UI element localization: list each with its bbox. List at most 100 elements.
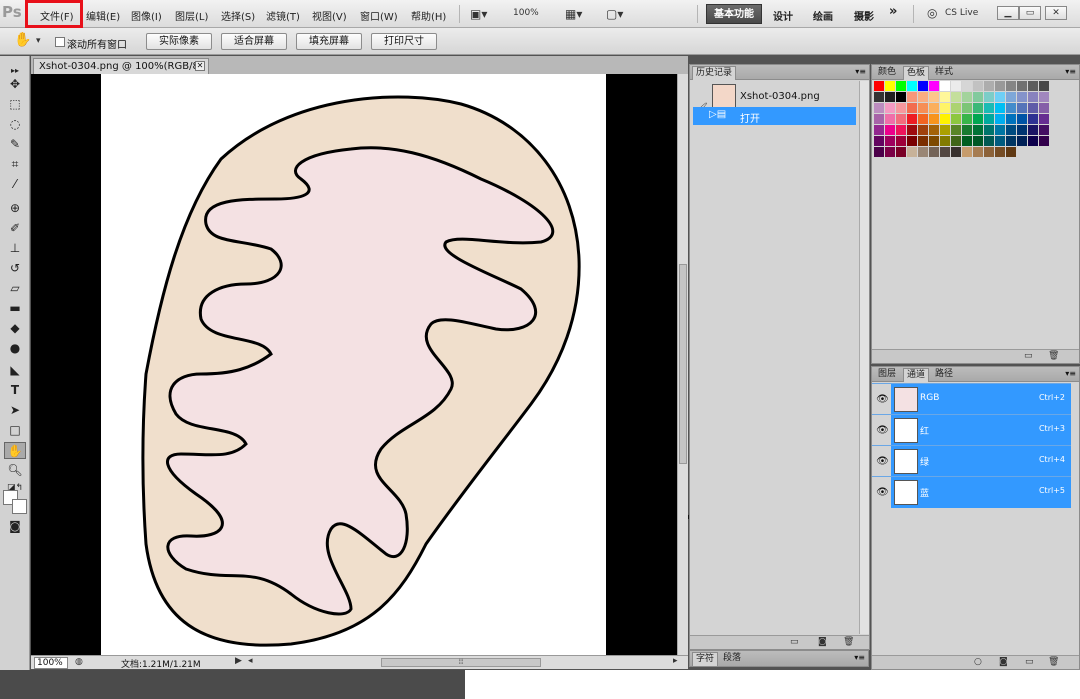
more-workspaces-icon[interactable]: » — [889, 4, 897, 19]
swatch[interactable] — [918, 147, 928, 157]
swatch[interactable] — [940, 136, 950, 146]
swatch[interactable] — [907, 114, 917, 124]
blur-tool-icon[interactable]: ◆ — [4, 320, 26, 337]
swatch[interactable] — [1017, 114, 1027, 124]
swatch[interactable] — [951, 103, 961, 113]
swatch[interactable] — [885, 81, 895, 91]
scroll-left-icon[interactable]: ◂ — [248, 656, 253, 666]
panel-menu-icon[interactable]: ▾≡ — [1065, 67, 1076, 76]
swatch[interactable] — [907, 125, 917, 135]
menu-edit[interactable]: 编辑(E) — [86, 8, 120, 23]
swatch[interactable] — [918, 92, 928, 102]
menu-image[interactable]: 图像(I) — [131, 8, 162, 23]
channel-row-green[interactable]: 👁︎ 绿 Ctrl+4 — [872, 445, 1071, 477]
swatch[interactable] — [929, 125, 939, 135]
tab-paragraph[interactable]: 段落 — [720, 652, 744, 666]
zoom-level[interactable]: 100% — [513, 8, 539, 18]
actual-pixels-button[interactable]: 实际像素 — [146, 33, 212, 50]
swatch[interactable] — [896, 92, 906, 102]
history-scrollbar[interactable] — [859, 81, 869, 634]
swatch[interactable] — [995, 136, 1005, 146]
vertical-scroll-thumb[interactable] — [679, 264, 687, 464]
channel-row-rgb[interactable]: 👁︎ RGB Ctrl+2 — [872, 383, 1071, 415]
stamp-tool-icon[interactable]: ⊥ — [4, 240, 26, 257]
fill-screen-button[interactable]: 填充屏幕 — [296, 33, 362, 50]
swatch[interactable] — [973, 125, 983, 135]
swatch[interactable] — [984, 92, 994, 102]
swatch[interactable] — [951, 92, 961, 102]
tab-channels[interactable]: 通道 — [903, 368, 930, 382]
workspace-photo-button[interactable]: 摄影 — [854, 8, 874, 23]
new-swatch-icon[interactable]: ▭ — [1024, 351, 1033, 361]
horizontal-scroll-thumb[interactable]: ⦙⦙⦙ — [381, 658, 541, 667]
swatch[interactable] — [984, 125, 994, 135]
menu-filter[interactable]: 滤镜(T) — [266, 8, 300, 23]
swatch[interactable] — [918, 114, 928, 124]
swatch[interactable] — [918, 125, 928, 135]
swatch[interactable] — [896, 125, 906, 135]
swatch[interactable] — [951, 147, 961, 157]
swatch[interactable] — [918, 136, 928, 146]
tool-preset-dropdown[interactable]: ▾ — [36, 36, 41, 46]
swatch[interactable] — [973, 92, 983, 102]
swatch[interactable] — [1006, 136, 1016, 146]
swatch[interactable] — [995, 81, 1005, 91]
swatch[interactable] — [1028, 81, 1038, 91]
swatch[interactable] — [885, 125, 895, 135]
quick-select-tool-icon[interactable]: ✎ — [4, 136, 26, 153]
swatch[interactable] — [1017, 92, 1027, 102]
swatch[interactable] — [885, 92, 895, 102]
minimize-button[interactable]: ▁ — [997, 6, 1019, 20]
menu-select[interactable]: 选择(S) — [221, 8, 255, 23]
shape-tool-icon[interactable]: □ — [4, 422, 26, 439]
eye-icon[interactable]: 👁︎ — [874, 384, 891, 415]
new-document-from-state-icon[interactable]: ▭ — [790, 637, 799, 647]
new-channel-icon[interactable]: ▭ — [1025, 657, 1034, 667]
swatch[interactable] — [896, 81, 906, 91]
swatch[interactable] — [951, 136, 961, 146]
trash-icon[interactable]: 🗑︎ — [1048, 351, 1059, 361]
swatch[interactable] — [984, 114, 994, 124]
vertical-scrollbar[interactable] — [677, 74, 688, 655]
eye-icon[interactable]: 👁︎ — [874, 446, 891, 477]
swatch[interactable] — [929, 147, 939, 157]
cs-live-button[interactable]: CS Live — [945, 8, 978, 18]
swatch[interactable] — [973, 81, 983, 91]
channel-row-red[interactable]: 👁︎ 红 Ctrl+3 — [872, 414, 1071, 446]
dodge-tool-icon[interactable]: ● — [4, 340, 26, 357]
workspace-design-button[interactable]: 设计 — [773, 8, 793, 23]
fit-screen-button[interactable]: 适合屏幕 — [221, 33, 287, 50]
swatch[interactable] — [940, 103, 950, 113]
marquee-tool-icon[interactable]: ⬚ — [4, 96, 26, 113]
path-select-tool-icon[interactable]: ➤ — [4, 402, 26, 419]
swatch[interactable] — [918, 103, 928, 113]
swatch[interactable] — [962, 147, 972, 157]
zoom-input[interactable]: 100% — [34, 657, 68, 669]
tab-color[interactable]: 颜色 — [875, 66, 899, 80]
swatch[interactable] — [874, 103, 884, 113]
scroll-all-checkbox[interactable] — [55, 37, 65, 47]
swatch[interactable] — [1039, 81, 1049, 91]
swatch[interactable] — [962, 136, 972, 146]
screen-mode-icon[interactable]: ▢▾ — [606, 7, 623, 21]
swatch[interactable] — [984, 103, 994, 113]
swatch[interactable] — [940, 92, 950, 102]
menu-layer[interactable]: 图层(L) — [175, 8, 208, 23]
swatch[interactable] — [984, 147, 994, 157]
panel-menu-icon[interactable]: ▾≡ — [854, 653, 865, 662]
quick-mask-icon[interactable]: ◙ — [4, 518, 26, 535]
swatch[interactable] — [973, 103, 983, 113]
swatch[interactable] — [929, 114, 939, 124]
save-selection-icon[interactable]: ◙ — [999, 657, 1008, 667]
menu-view[interactable]: 视图(V) — [312, 8, 347, 23]
swatch[interactable] — [995, 103, 1005, 113]
background-color[interactable] — [12, 499, 27, 514]
eye-icon[interactable]: 👁︎ — [874, 477, 891, 508]
eraser-tool-icon[interactable]: ▱ — [4, 280, 26, 297]
canvas-area[interactable]: ↖ — [31, 74, 698, 655]
swatch[interactable] — [885, 103, 895, 113]
swatch[interactable] — [973, 114, 983, 124]
swatch[interactable] — [1028, 125, 1038, 135]
swatch[interactable] — [874, 92, 884, 102]
swatch[interactable] — [874, 125, 884, 135]
